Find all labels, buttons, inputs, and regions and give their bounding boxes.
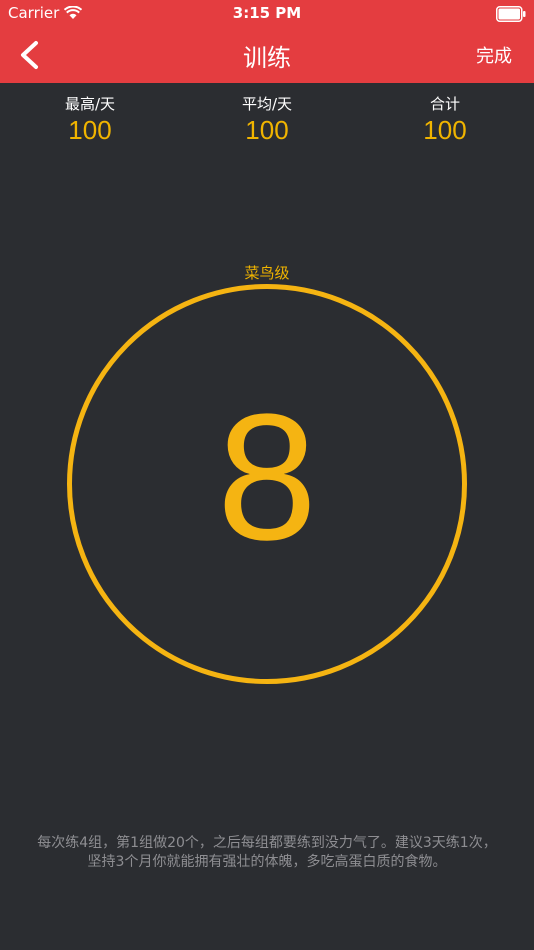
level-label: 菜鸟级 <box>244 264 290 282</box>
tips-line: 坚持3个月你就能拥有强壮的体魄，多吃高蛋白质的食物。 <box>87 854 447 870</box>
page-title: 训练 <box>243 44 291 72</box>
nav-bar: 训练 完成 <box>0 28 534 83</box>
stat-max-per-day: 最高/天 100 <box>10 93 170 146</box>
status-bar: Carrier 3:15 PM <box>0 0 534 28</box>
done-button[interactable]: 完成 <box>476 42 512 68</box>
stat-value: 100 <box>423 115 467 145</box>
stat-value: 100 <box>68 115 112 145</box>
stat-label: 合计 <box>429 95 460 113</box>
stats-row: 最高/天 100 平均/天 100 合计 100 <box>0 93 534 153</box>
counter-value: 8 <box>216 377 318 578</box>
stat-label: 最高/天 <box>64 95 116 113</box>
tips-line: 每次练4组，第1组做20个，之后每组都要练到没力气了。建议3天练1次， <box>37 835 497 851</box>
tips-text: 每次练4组，第1组做20个，之后每组都要练到没力气了。建议3天练1次， 坚持3个… <box>10 834 524 872</box>
stat-label: 平均/天 <box>241 95 293 113</box>
counter-button[interactable]: 8 <box>67 284 467 684</box>
battery-icon <box>496 6 526 22</box>
stat-average-per-day: 平均/天 100 <box>187 93 347 146</box>
status-time: 3:15 PM <box>232 4 302 22</box>
stat-value: 100 <box>245 115 289 145</box>
stat-total: 合计 100 <box>365 93 525 146</box>
